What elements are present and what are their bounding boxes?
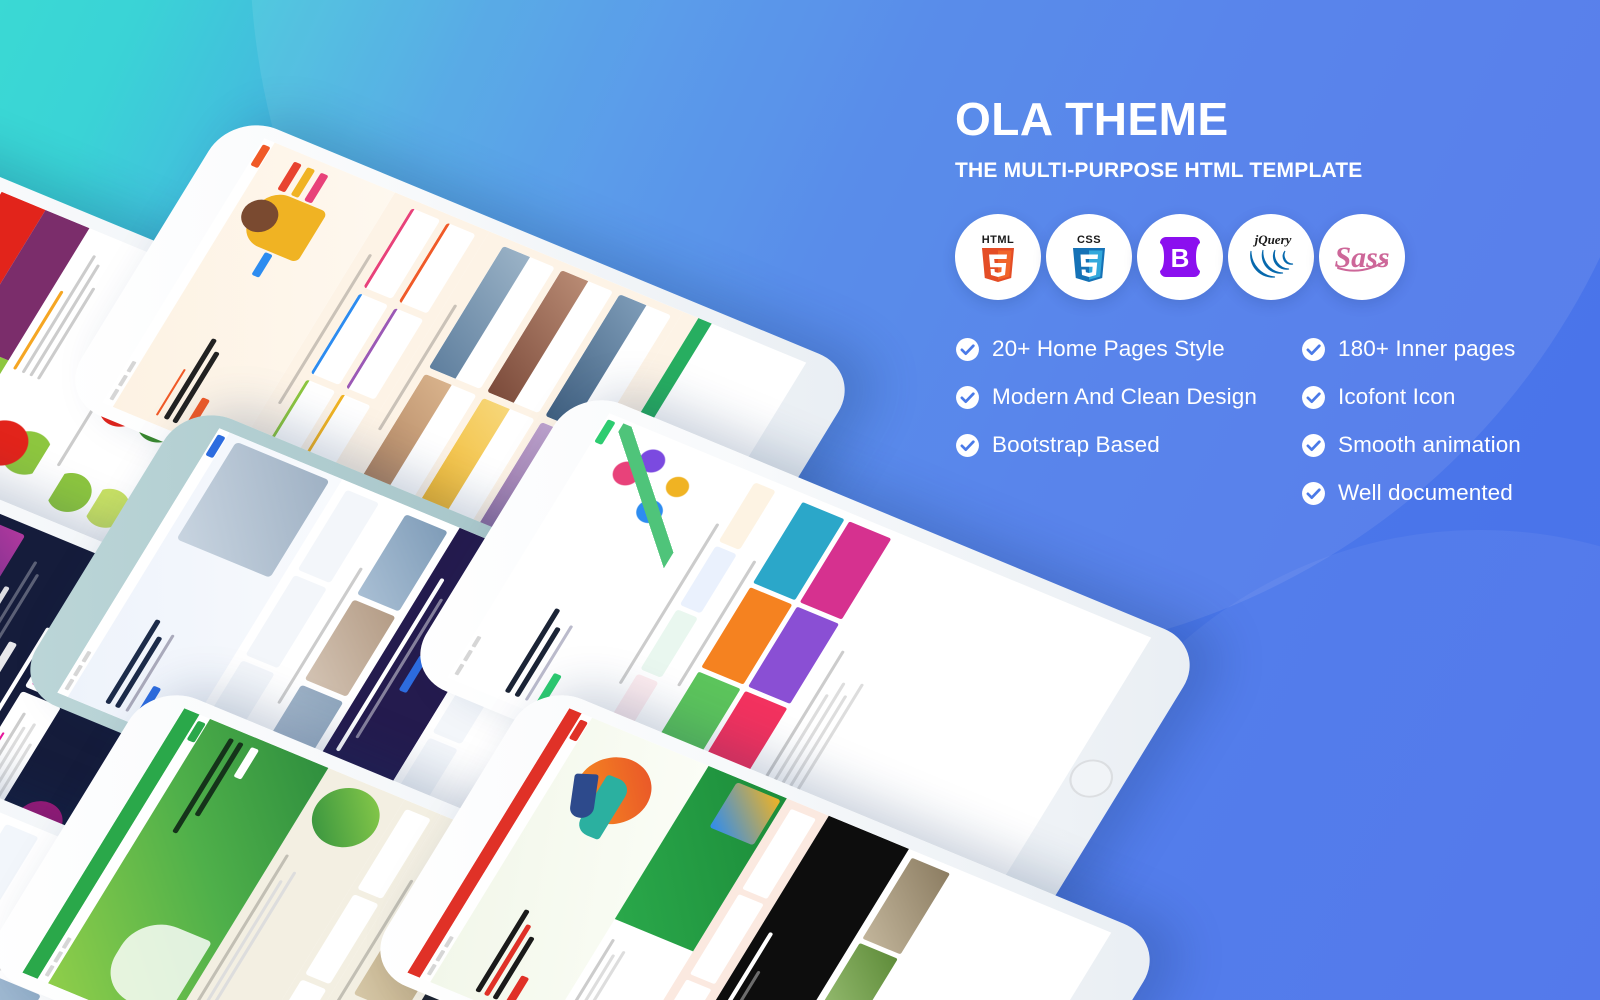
css3-badge: CSS [1046,214,1132,301]
feature-item: Bootstrap Based [955,432,1257,458]
sass-icon: Sass [1334,241,1389,274]
feature-lists: 20+ Home Pages Style Modern And Clean De… [955,336,1555,506]
feature-label: 20+ Home Pages Style [992,336,1225,362]
feature-item: Smooth animation [1301,432,1521,458]
css3-icon: CSS [1073,234,1105,283]
check-circle-icon [1302,385,1325,409]
page-title: OLA THEME [955,93,1229,145]
check-circle-icon [956,385,979,409]
feature-label: Bootstrap Based [992,432,1160,458]
check-circle-icon [956,337,979,361]
feature-item: 180+ Inner pages [1301,336,1521,362]
svg-text:B: B [1171,243,1190,273]
check-circle-icon [1302,337,1325,361]
html5-badge: HTML [955,214,1041,301]
html5-icon: HTML [982,234,1015,283]
technology-badge-row: HTML CSS B jQuery Sass [955,214,1555,301]
bootstrap-badge: B [1137,214,1223,301]
svg-text:CSS: CSS [1077,234,1101,246]
check-circle-icon [1302,433,1325,457]
page-subtitle: THE MULTI-PURPOSE HTML TEMPLATE [955,159,1363,183]
jquery-badge: jQuery [1228,214,1314,301]
feature-list-left: 20+ Home Pages Style Modern And Clean De… [955,336,1257,506]
feature-label: Icofont Icon [1337,384,1456,410]
feature-item: Modern And Clean Design [955,384,1257,410]
check-circle-icon [956,433,979,457]
feature-item: Icofont Icon [1301,384,1521,410]
svg-text:HTML: HTML [982,234,1015,246]
jquery-icon: jQuery [1250,232,1294,278]
feature-item: 20+ Home Pages Style [955,336,1257,362]
feature-label: Smooth animation [1337,432,1521,458]
feature-label: Well documented [1337,480,1513,506]
feature-item: Well documented [1301,480,1521,506]
bootstrap-icon: B [1160,237,1200,278]
feature-label: 180+ Inner pages [1337,336,1516,362]
feature-list-right: 180+ Inner pages Icofont Icon Smooth ani… [1301,336,1521,506]
sass-badge: Sass [1319,214,1405,301]
check-circle-icon [1302,481,1325,505]
svg-text:jQuery: jQuery [1253,232,1292,247]
feature-label: Modern And Clean Design [992,384,1257,410]
hero-content-panel: OLA THEME THE MULTI-PURPOSE HTML TEMPLAT… [955,95,1555,506]
